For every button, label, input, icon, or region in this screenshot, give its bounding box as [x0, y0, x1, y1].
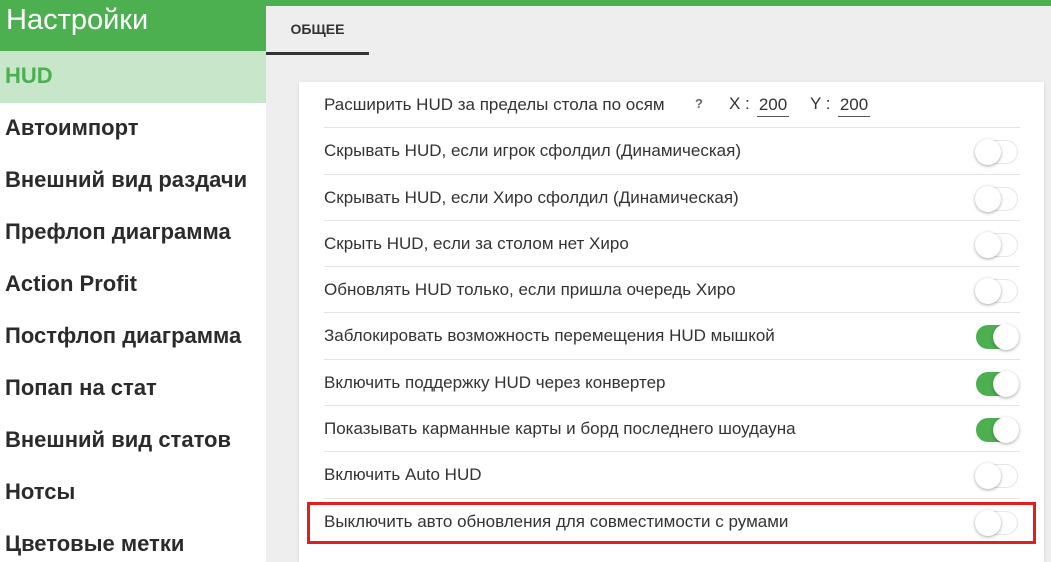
setting-row: Выключить авто обновления для совместимо…: [324, 499, 1020, 545]
setting-row-extend-hud: Расширить HUD за пределы стола по осям ?…: [324, 82, 1020, 129]
sidebar-item-action-profit[interactable]: Action Profit: [0, 259, 266, 311]
settings-card: Расширить HUD за пределы стола по осям ?…: [299, 82, 1044, 562]
tab-general[interactable]: ОБЩЕЕ: [266, 6, 369, 55]
toggle-knob: [975, 278, 1001, 305]
help-icon[interactable]: ?: [695, 82, 703, 126]
hide-hud-player-folded-toggle[interactable]: [975, 139, 1018, 166]
sidebar-item-autoimport[interactable]: Автоимпорт: [0, 103, 266, 155]
show-showdown-cards-toggle[interactable]: [976, 417, 1019, 444]
setting-row: Скрыть HUD, если за столом нет Хиро: [324, 221, 1020, 268]
sidebar-item-postflop-chart[interactable]: Постфлоп диаграмма: [0, 311, 266, 363]
hide-hud-hero-folded-toggle[interactable]: [975, 185, 1018, 212]
disable-auto-updates-toggle[interactable]: [975, 509, 1018, 536]
setting-label: Показывать карманные карты и борд послед…: [324, 419, 796, 439]
sidebar-item-notes[interactable]: Нотсы: [0, 467, 266, 519]
setting-row: Показывать карманные карты и борд послед…: [324, 406, 1020, 453]
sidebar-item-stats-appearance[interactable]: Внешний вид статов: [0, 415, 266, 467]
update-hud-hero-turn-toggle[interactable]: [975, 278, 1018, 305]
x-offset-input[interactable]: [757, 94, 789, 117]
sidebar-header: Настройки: [0, 0, 266, 51]
setting-label: Обновлять HUD только, если пришла очеред…: [324, 280, 736, 300]
setting-row: Включить поддержку HUD через конвертер: [324, 360, 1020, 407]
toggle-knob: [975, 509, 1001, 536]
sidebar-item-preflop-chart[interactable]: Префлоп диаграмма: [0, 207, 266, 259]
toggle-knob: [975, 463, 1001, 490]
sidebar-item-hud[interactable]: HUD: [0, 51, 266, 103]
setting-label: Скрывать HUD, если Хиро сфолдил (Динамич…: [324, 187, 739, 207]
toggle-knob: [993, 417, 1019, 444]
page-title: Настройки: [6, 4, 149, 36]
setting-label: Включить Auto HUD: [324, 465, 482, 485]
setting-label: Заблокировать возможность перемещения HU…: [324, 326, 775, 346]
setting-label: Скрыть HUD, если за столом нет Хиро: [324, 233, 629, 253]
toggle-knob: [975, 139, 1001, 166]
y-offset-input[interactable]: [838, 94, 870, 117]
x-axis-label: X :: [729, 94, 750, 113]
setting-label: Расширить HUD за пределы стола по осям: [324, 95, 665, 114]
settings-list: Расширить HUD за пределы стола по осям ?…: [324, 82, 1020, 545]
setting-row: Скрывать HUD, если Хиро сфолдил (Динамич…: [324, 175, 1020, 221]
setting-label: Выключить авто обновления для совместимо…: [324, 511, 789, 531]
sidebar-item-stat-popup[interactable]: Попап на стат: [0, 363, 266, 415]
sidebar-item-hand-appearance[interactable]: Внешний вид раздачи: [0, 155, 266, 207]
y-axis-label: Y :: [810, 94, 831, 113]
converter-support-toggle[interactable]: [976, 370, 1019, 397]
auto-hud-toggle[interactable]: [975, 463, 1018, 490]
sidebar-nav: HUD Автоимпорт Внешний вид раздачи Префл…: [0, 51, 266, 562]
setting-row: Заблокировать возможность перемещения HU…: [324, 313, 1020, 360]
setting-label: Включить поддержку HUD через конвертер: [324, 372, 666, 392]
setting-row: Скрывать HUD, если игрок сфолдил (Динами…: [324, 128, 1020, 175]
toggle-knob: [975, 231, 1001, 258]
setting-row: Обновлять HUD только, если пришла очеред…: [324, 267, 1020, 314]
setting-row: Включить Auto HUD: [324, 452, 1020, 499]
toggle-knob: [993, 370, 1019, 397]
hide-hud-no-hero-toggle[interactable]: [975, 231, 1018, 258]
lock-hud-drag-toggle[interactable]: [976, 324, 1019, 351]
toggle-knob: [975, 185, 1001, 212]
toggle-knob: [993, 324, 1019, 351]
sidebar: Настройки HUD Автоимпорт Внешний вид раз…: [0, 0, 266, 562]
sidebar-item-color-marks[interactable]: Цветовые метки: [0, 519, 266, 562]
main-panel: ОБЩЕЕ Расширить HUD за пределы стола по …: [266, 6, 1051, 562]
settings-window: Настройки HUD Автоимпорт Внешний вид раз…: [0, 0, 1051, 562]
setting-label: Скрывать HUD, если игрок сфолдил (Динами…: [324, 141, 741, 161]
